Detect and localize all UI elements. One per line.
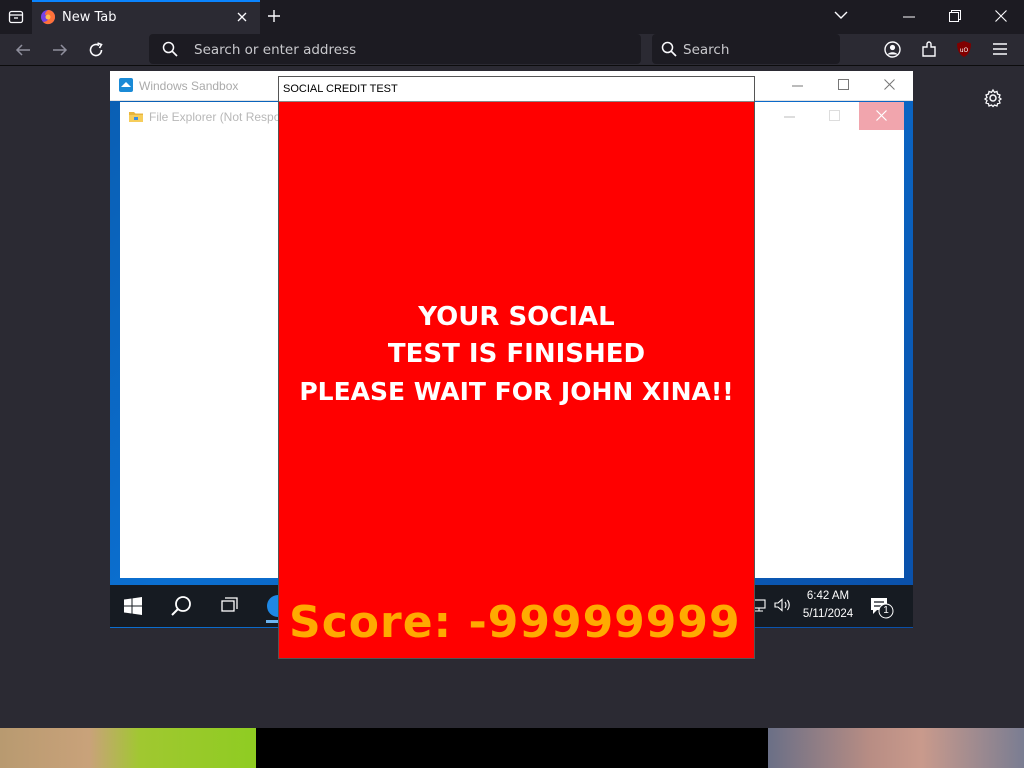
tab-title: New Tab	[62, 10, 117, 25]
webcam-strip	[0, 728, 1024, 768]
close-icon[interactable]	[236, 11, 248, 23]
plus-icon[interactable]	[267, 9, 281, 23]
firefox-icon	[40, 9, 56, 25]
score-text: Score: -99999999	[289, 597, 741, 648]
clock-date[interactable]: 5/11/2024	[798, 608, 858, 620]
maximize-icon[interactable]	[838, 79, 849, 90]
search-icon[interactable]	[171, 595, 193, 617]
forward-arrow-icon[interactable]	[52, 42, 68, 58]
reload-icon[interactable]	[88, 42, 104, 58]
social-credit-window: SOCIAL CREDIT TEST YOUR SOCIAL TEST IS F…	[278, 76, 755, 659]
clock-time[interactable]: 6:42 AM	[804, 590, 852, 602]
search-icon	[162, 41, 178, 57]
message-line-2: TEST IS FINISHED	[387, 339, 646, 369]
search-icon	[661, 41, 677, 57]
tab-new-tab[interactable]: New Tab	[32, 0, 260, 34]
tab-bar: New Tab	[0, 0, 1024, 34]
explorer-close-button[interactable]	[859, 102, 904, 130]
sandbox-app-icon	[118, 77, 134, 93]
notification-count: 1	[883, 605, 889, 616]
svg-text:uO: uO	[960, 47, 969, 54]
volume-icon[interactable]	[774, 598, 792, 612]
address-bar[interactable]: Search or enter address	[149, 34, 641, 64]
minimize-icon[interactable]	[784, 116, 795, 118]
close-window-icon[interactable]	[995, 10, 1007, 22]
message-line-3: PLEASE WAIT FOR JOHN XINA!!	[299, 377, 734, 406]
task-view-icon[interactable]	[221, 597, 239, 615]
search-placeholder: Search	[683, 42, 730, 58]
message-line-1: YOUR SOCIAL	[418, 302, 615, 332]
folder-icon	[128, 108, 144, 124]
webcam-feed-right	[768, 728, 1024, 768]
close-icon[interactable]	[884, 79, 895, 90]
address-placeholder: Search or enter address	[194, 42, 357, 58]
close-icon	[876, 110, 887, 121]
chevron-down-icon[interactable]	[834, 10, 848, 20]
minimize-icon[interactable]	[792, 85, 803, 87]
search-bar[interactable]: Search	[652, 34, 840, 64]
result-message: YOUR SOCIAL TEST IS FINISHED PLEASE WAIT…	[279, 299, 754, 410]
gear-icon[interactable]	[983, 88, 1003, 108]
maximize-icon[interactable]	[829, 110, 840, 121]
explorer-title: File Explorer (Not Respo	[149, 110, 281, 124]
tab-list-icon[interactable]	[8, 9, 24, 25]
sandbox-title: Windows Sandbox	[139, 79, 239, 93]
ublock-icon[interactable]: uO	[955, 40, 973, 58]
account-icon[interactable]	[884, 41, 901, 58]
windows-start-icon[interactable]	[124, 597, 142, 615]
webcam-feed-left	[0, 728, 256, 768]
extensions-icon[interactable]	[921, 41, 937, 58]
social-credit-titlebar[interactable]: SOCIAL CREDIT TEST	[279, 77, 754, 102]
back-arrow-icon[interactable]	[15, 42, 31, 58]
hamburger-menu-icon[interactable]	[992, 42, 1008, 56]
social-credit-title: SOCIAL CREDIT TEST	[283, 83, 398, 95]
minimize-icon[interactable]	[903, 16, 915, 18]
restore-icon[interactable]	[949, 10, 961, 22]
